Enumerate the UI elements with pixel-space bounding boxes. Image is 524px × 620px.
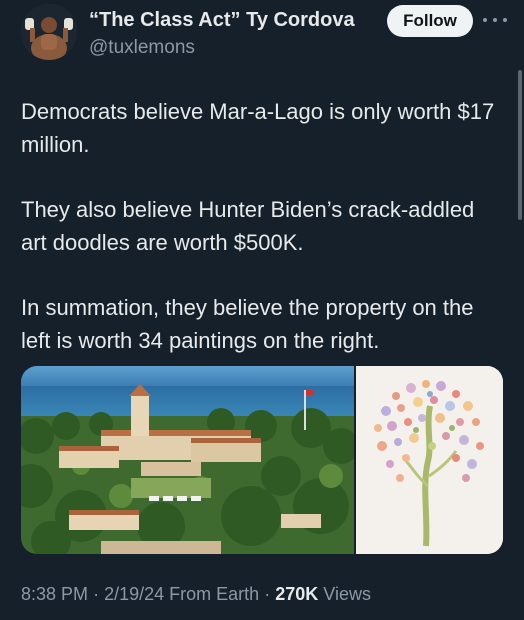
tweet-paragraph: They also believe Hunter Biden’s crack-a… xyxy=(21,197,475,255)
tweet-text: Democrats believe Mar-a-Lago is only wor… xyxy=(21,95,501,389)
tweet: “The Class Act” Ty Cordova @tuxlemons Fo… xyxy=(0,0,524,620)
tweet-date[interactable]: 2/19/24 xyxy=(104,584,164,604)
user-handle[interactable]: @tuxlemons xyxy=(89,37,195,59)
dot xyxy=(503,18,507,22)
boxer-avatar-icon xyxy=(21,4,77,60)
more-horizontal-icon[interactable] xyxy=(483,12,507,28)
tweet-time[interactable]: 8:38 PM xyxy=(21,584,88,604)
tweet-meta: 8:38 PM · 2/19/24 From Earth · 270K View… xyxy=(21,584,371,605)
views-label: Views xyxy=(323,584,371,604)
display-name[interactable]: “The Class Act” Ty Cordova xyxy=(89,9,355,32)
meta-separator: · xyxy=(264,584,271,604)
abstract-dot-painting[interactable] xyxy=(356,366,503,554)
tweet-paragraph: Democrats believe Mar-a-Lago is only wor… xyxy=(21,99,495,157)
estate-aerial-photo[interactable] xyxy=(21,366,354,554)
dot xyxy=(483,18,487,22)
meta-separator: · xyxy=(93,584,100,604)
estate-aerial-image xyxy=(21,366,354,554)
follow-button[interactable]: Follow xyxy=(387,5,473,37)
scrollbar[interactable] xyxy=(518,70,522,220)
tweet-paragraph: In summation, they believe the property … xyxy=(21,295,474,353)
abstract-painting-image xyxy=(356,366,503,554)
media-grid xyxy=(21,366,503,554)
avatar[interactable] xyxy=(21,4,77,60)
tweet-source: From Earth xyxy=(169,584,260,604)
views-count[interactable]: 270K xyxy=(275,584,318,604)
dot xyxy=(493,18,497,22)
